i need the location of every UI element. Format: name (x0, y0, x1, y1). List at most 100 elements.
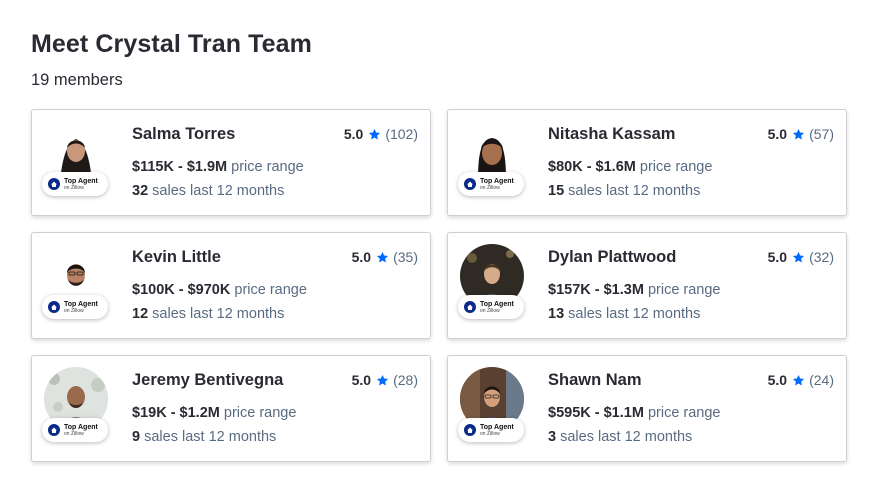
price-range-value: $80K - $1.6M (548, 159, 636, 175)
rating: 5.0 (28) (352, 372, 418, 388)
price-range-label: price range (639, 159, 713, 175)
sales-count-label: sales last 12 months (560, 429, 693, 445)
rating-value: 5.0 (767, 249, 788, 265)
zillow-badge-icon (464, 178, 476, 190)
sales-count-value: 13 (548, 306, 565, 322)
price-range-value: $115K - $1.9M (132, 159, 228, 175)
agent-card[interactable]: Top Agent on Zillow Kevin Little 5.0 (35… (31, 232, 431, 339)
agent-name[interactable]: Nitasha Kassam (548, 125, 675, 144)
badge-subtitle: on Zillow (64, 307, 84, 314)
badge-title: Top Agent (480, 423, 514, 431)
agent-card[interactable]: Top Agent on Zillow Salma Torres 5.0 (10… (31, 109, 431, 216)
agent-card[interactable]: Top Agent on Zillow Nitasha Kassam 5.0 (… (447, 109, 847, 216)
price-range: $80K - $1.6M price range (548, 159, 712, 175)
rating-value: 5.0 (351, 249, 372, 265)
sales-count-value: 3 (548, 429, 557, 445)
review-count: (28) (393, 372, 418, 388)
top-agent-badge: Top Agent on Zillow (458, 295, 524, 319)
review-count: (102) (385, 126, 418, 142)
avatar: Top Agent on Zillow (42, 121, 109, 196)
rating: 5.0 (32) (768, 249, 834, 265)
price-range-label: price range (647, 405, 721, 421)
zillow-badge-icon (48, 301, 60, 313)
badge-title: Top Agent (64, 300, 98, 308)
sales-count-label: sales last 12 months (152, 183, 285, 199)
avatar: Top Agent on Zillow (458, 244, 525, 319)
avatar: Top Agent on Zillow (42, 244, 109, 319)
top-agent-badge: Top Agent on Zillow (458, 418, 524, 442)
avatar: Top Agent on Zillow (458, 121, 525, 196)
badge-subtitle: on Zillow (64, 430, 84, 437)
price-range-value: $100K - $970K (132, 282, 231, 298)
rating-value: 5.0 (343, 126, 364, 142)
sales-count-label: sales last 12 months (568, 306, 701, 322)
price-range-label: price range (223, 405, 297, 421)
agent-card[interactable]: Top Agent on Zillow Jeremy Bentivegna 5.… (31, 355, 431, 462)
top-agent-badge: Top Agent on Zillow (458, 172, 524, 196)
agent-name[interactable]: Jeremy Bentivegna (132, 371, 283, 390)
price-range-value: $595K - $1.1M (548, 405, 644, 421)
sales-count-value: 9 (132, 429, 141, 445)
agent-name[interactable]: Shawn Nam (548, 371, 642, 390)
rating: 5.0 (57) (768, 126, 834, 142)
star-icon (793, 374, 805, 385)
rating: 5.0 (24) (768, 372, 834, 388)
avatar: Top Agent on Zillow (42, 367, 109, 442)
badge-title: Top Agent (480, 177, 514, 185)
zillow-badge-icon (48, 178, 60, 190)
sales-count: 3 sales last 12 months (548, 429, 692, 445)
star-icon (793, 128, 805, 139)
badge-title: Top Agent (64, 177, 98, 185)
avatar: Top Agent on Zillow (458, 367, 525, 442)
agent-name[interactable]: Dylan Plattwood (548, 248, 676, 267)
rating-value: 5.0 (351, 372, 372, 388)
sales-count-value: 15 (548, 183, 565, 199)
top-agent-badge: Top Agent on Zillow (42, 418, 108, 442)
badge-title: Top Agent (480, 300, 514, 308)
price-range-value: $19K - $1.2M (132, 405, 220, 421)
badge-title: Top Agent (64, 423, 98, 431)
sales-count-label: sales last 12 months (144, 429, 277, 445)
agent-card[interactable]: Top Agent on Zillow Dylan Plattwood 5.0 … (447, 232, 847, 339)
rating: 5.0 (102) (344, 126, 418, 142)
price-range: $115K - $1.9M price range (132, 159, 304, 175)
badge-subtitle: on Zillow (480, 307, 500, 314)
sales-count-label: sales last 12 months (568, 183, 701, 199)
sales-count-value: 32 (132, 183, 149, 199)
badge-subtitle: on Zillow (64, 184, 84, 191)
member-count: 19 members (31, 71, 123, 89)
zillow-badge-icon (464, 424, 476, 436)
star-icon (369, 128, 381, 139)
price-range-label: price range (647, 282, 721, 298)
sales-count: 13 sales last 12 months (548, 306, 700, 322)
review-count: (57) (809, 126, 834, 142)
price-range: $157K - $1.3M price range (548, 282, 721, 298)
star-icon (377, 374, 389, 385)
agent-name[interactable]: Salma Torres (132, 125, 235, 144)
price-range: $100K - $970K price range (132, 282, 307, 298)
sales-count: 15 sales last 12 months (548, 183, 700, 199)
review-count: (32) (809, 249, 834, 265)
sales-count: 32 sales last 12 months (132, 183, 284, 199)
sales-count-value: 12 (132, 306, 149, 322)
top-agent-badge: Top Agent on Zillow (42, 172, 108, 196)
badge-subtitle: on Zillow (480, 184, 500, 191)
rating-value: 5.0 (767, 126, 788, 142)
sales-count: 9 sales last 12 months (132, 429, 276, 445)
sales-count: 12 sales last 12 months (132, 306, 284, 322)
badge-subtitle: on Zillow (480, 430, 500, 437)
zillow-badge-icon (464, 301, 476, 313)
review-count: (35) (393, 249, 418, 265)
rating: 5.0 (35) (352, 249, 418, 265)
price-range: $19K - $1.2M price range (132, 405, 296, 421)
review-count: (24) (809, 372, 834, 388)
price-range: $595K - $1.1M price range (548, 405, 721, 421)
agent-card[interactable]: Top Agent on Zillow Shawn Nam 5.0 (24) $… (447, 355, 847, 462)
agent-name[interactable]: Kevin Little (132, 248, 221, 267)
team-title: Meet Crystal Tran Team (31, 30, 313, 58)
top-agent-badge: Top Agent on Zillow (42, 295, 108, 319)
star-icon (377, 251, 389, 262)
price-range-value: $157K - $1.3M (548, 282, 644, 298)
rating-value: 5.0 (767, 372, 788, 388)
star-icon (793, 251, 805, 262)
